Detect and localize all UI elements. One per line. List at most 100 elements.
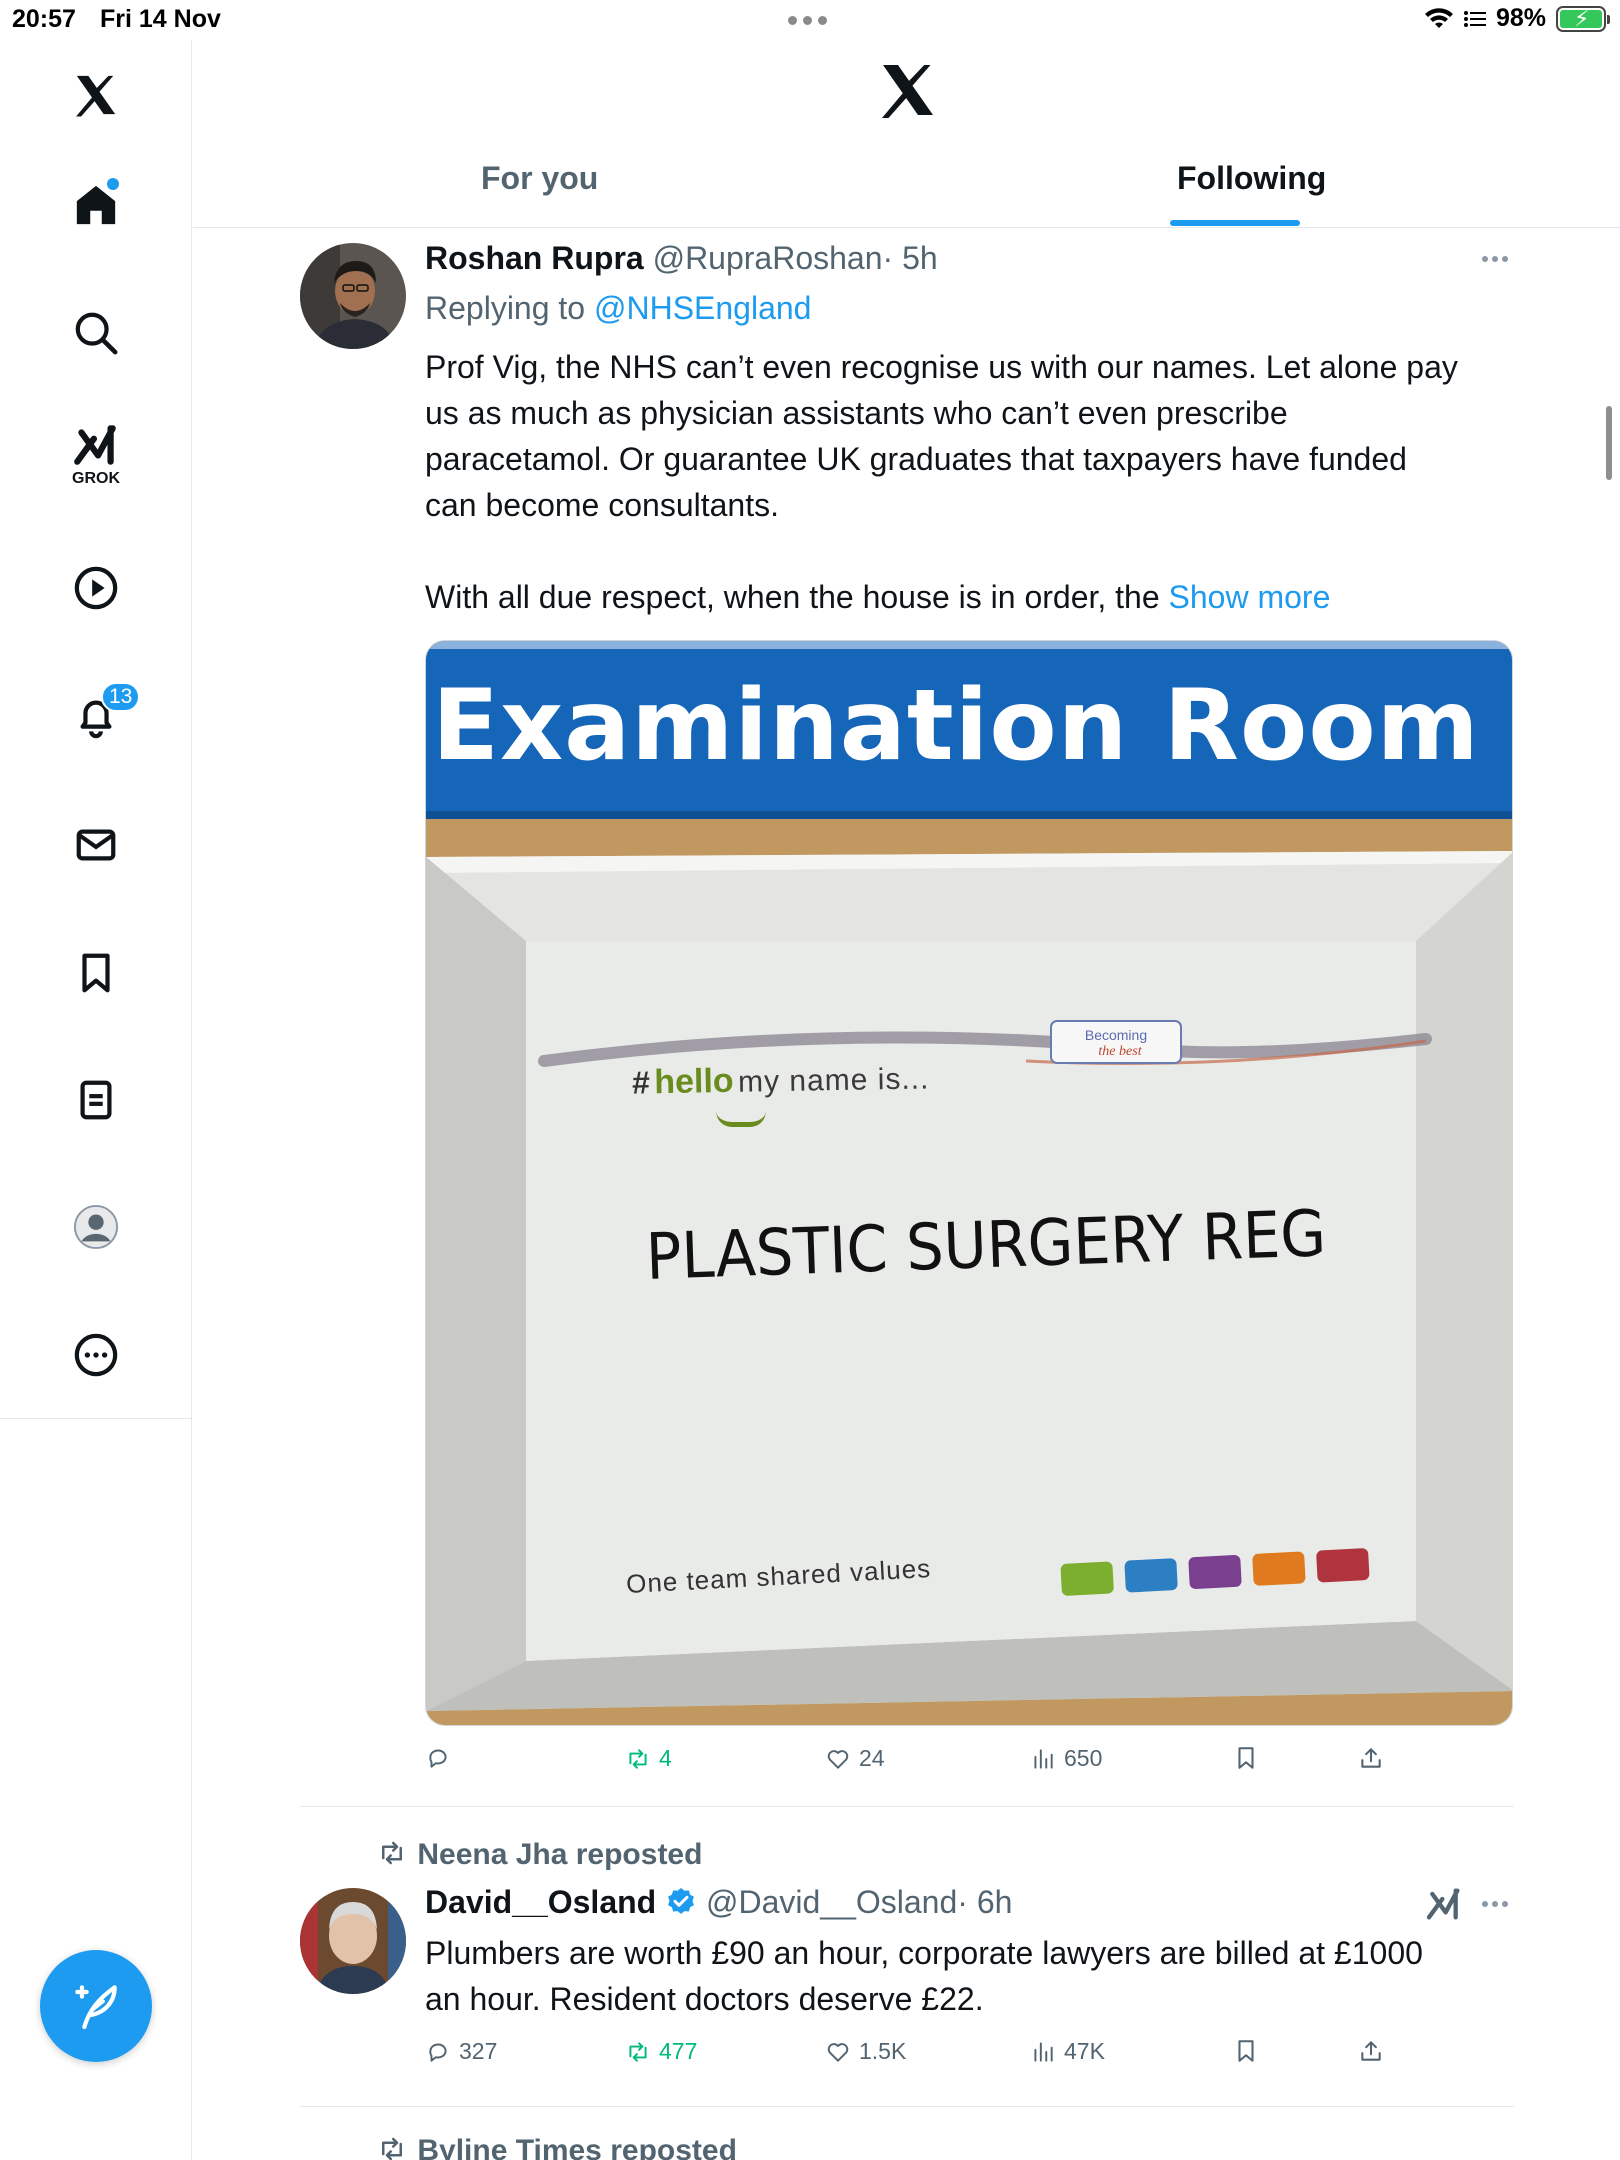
image-hashtag: # (631, 1064, 651, 1101)
x-logo-icon (76, 75, 116, 117)
heart-icon (827, 2042, 849, 2062)
scrollbar[interactable] (1606, 406, 1612, 480)
image-badge-line2: the best (1098, 1044, 1142, 1059)
like-count: 24 (859, 1745, 885, 1771)
tweet-header: David__Osland @David__Osland· 6h (425, 1884, 1012, 1921)
share-button[interactable] (1358, 1745, 1384, 1771)
sidebar-item-home[interactable] (61, 170, 131, 240)
profile-avatar-icon (73, 1204, 119, 1250)
sidebar-item-messages[interactable] (61, 810, 131, 880)
tweet-text: Plumbers are worth £90 an hour, corporat… (425, 1930, 1525, 2022)
x-logo-icon[interactable] (878, 60, 938, 120)
compose-post-button[interactable] (40, 1950, 152, 2062)
tweet-separator (300, 1806, 1514, 1807)
sidebar-item-lists[interactable] (61, 1065, 131, 1135)
sidebar: GROK 13 (0, 40, 192, 2160)
author-avatar-image (300, 243, 406, 349)
tweet-text: Prof Vig, the NHS can’t even recognise u… (425, 344, 1525, 620)
search-icon (75, 312, 118, 355)
sidebar-item-bookmarks[interactable] (61, 938, 131, 1008)
sidebar-divider (0, 1418, 192, 1419)
status-bar: 20:57 Fri 14 Nov 98% ⚡ (0, 0, 1620, 40)
author-name[interactable]: David__Osland (425, 1884, 656, 1920)
views-button[interactable]: 47K (1030, 2038, 1105, 2065)
tweet-more-button[interactable] (1482, 1901, 1508, 1907)
replying-prefix: Replying to (425, 290, 586, 326)
view-count: 650 (1064, 1745, 1103, 1771)
avatar[interactable] (300, 243, 406, 349)
verified-badge-icon (668, 1888, 695, 1914)
views-button[interactable]: 650 (1030, 1745, 1102, 1772)
tweet-image[interactable]: Becoming the best Examination Room 12 # … (425, 640, 1513, 1726)
like-button[interactable]: 24 (825, 1745, 885, 1772)
image-badge-line1: Becoming (1085, 1027, 1147, 1043)
tab-following[interactable]: Following (1177, 160, 1326, 197)
bookmark-icon (82, 953, 110, 993)
repost-by-label[interactable]: Byline Times reposted (417, 2134, 737, 2160)
tweet-actions: 4 24 650 (425, 1745, 1525, 1785)
heart-icon (827, 1749, 849, 1769)
tweet-separator (300, 2106, 1514, 2107)
repost-icon (382, 2137, 402, 2160)
repost-icon (629, 1748, 647, 1769)
image-my-name-is: my name is... (737, 1062, 930, 1099)
status-date: Fri 14 Nov (100, 5, 221, 33)
list-icon (1463, 10, 1486, 27)
author-avatar-image (300, 1888, 406, 1994)
list-document-icon (80, 1080, 112, 1120)
bookmark-button[interactable] (1233, 1745, 1259, 1771)
multitasking-dots[interactable] (788, 16, 827, 25)
like-count: 1.5K (859, 2038, 907, 2064)
like-button[interactable]: 1.5K (825, 2038, 906, 2065)
bookmark-icon (1238, 2040, 1254, 2062)
tab-for-you[interactable]: For you (481, 160, 598, 197)
repost-button[interactable]: 4 (625, 1745, 672, 1772)
repost-count: 477 (659, 2038, 698, 2064)
tweet-header: Roshan Rupra @RupraRoshan· 5h (425, 240, 938, 277)
reply-button[interactable] (425, 1745, 459, 1771)
battery-icon: ⚡ (1556, 5, 1610, 32)
tweet-time[interactable]: · 5h (883, 240, 938, 276)
reply-button[interactable]: 327 (425, 2038, 497, 2065)
tweet-text-line: us as much as physician assistants who c… (425, 395, 1288, 431)
author-name[interactable]: Roshan Rupra (425, 240, 644, 276)
tweet-text-line: an hour. Resident doctors deserve £22. (425, 1981, 984, 2017)
views-chart-icon (1034, 2041, 1053, 2062)
repost-indicator: Neena Jha reposted (375, 1838, 702, 1872)
tweet-text-line: paracetamol. Or guarantee UK graduates t… (425, 441, 1407, 477)
replying-to-link[interactable]: @NHSEngland (594, 290, 811, 326)
image-sign-title: Examination Room 12 (432, 669, 1512, 783)
sidebar-x-logo[interactable] (61, 60, 131, 130)
repost-icon (629, 2041, 647, 2062)
grok-icon[interactable] (1424, 1884, 1464, 1924)
battery-percent: 98% (1495, 4, 1546, 32)
show-more-link[interactable]: Show more (1169, 579, 1331, 615)
share-button[interactable] (1358, 2038, 1384, 2064)
tweet-time[interactable]: · 6h (957, 1884, 1012, 1920)
sidebar-item-search[interactable] (61, 298, 131, 368)
timeline-header: For you Following (193, 40, 1620, 228)
bookmark-icon (1238, 1747, 1254, 1769)
author-handle[interactable]: @RupraRoshan (653, 240, 883, 276)
tweet-more-button[interactable] (1482, 256, 1508, 262)
views-chart-icon (1034, 1748, 1053, 1769)
share-icon (1361, 2041, 1381, 2061)
repost-count: 4 (659, 1745, 672, 1771)
image-hello: hello (653, 1061, 734, 1102)
bookmark-button[interactable] (1233, 2038, 1259, 2064)
sidebar-item-grok[interactable]: GROK (61, 418, 131, 488)
feather-plus-icon (75, 1985, 117, 2030)
tweet-text-line: can become consultants. (425, 487, 779, 523)
author-handle[interactable]: @David__Osland (706, 1884, 957, 1920)
sidebar-item-notifications[interactable]: 13 (61, 682, 141, 752)
repost-by-label[interactable]: Neena Jha reposted (417, 1838, 702, 1871)
repost-button[interactable]: 477 (625, 2038, 697, 2065)
avatar[interactable] (300, 1888, 406, 1994)
grok-label: GROK (72, 470, 120, 487)
sidebar-item-profile[interactable] (61, 1192, 131, 1262)
home-unread-dot (107, 178, 119, 190)
sidebar-item-more[interactable] (61, 1320, 131, 1390)
reply-icon (429, 1749, 447, 1768)
sidebar-item-video[interactable] (61, 553, 131, 623)
replying-to: Replying to @NHSEngland (425, 290, 811, 327)
